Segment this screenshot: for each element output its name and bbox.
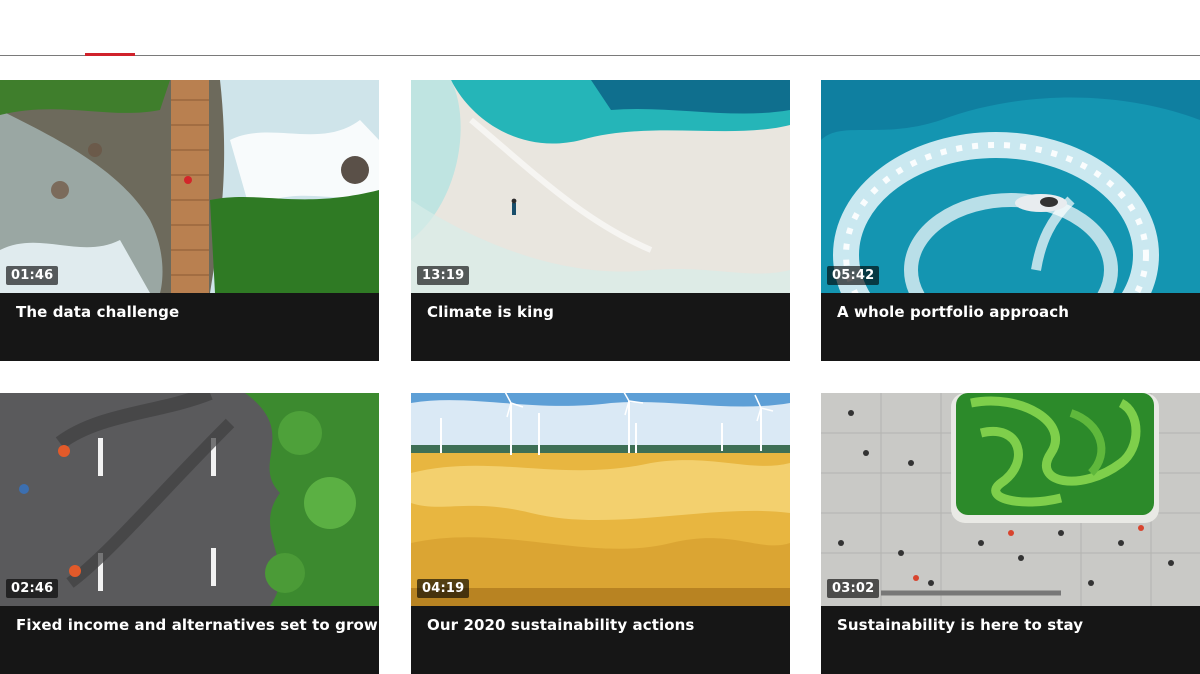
tab-bar (0, 0, 1200, 56)
duration-badge: 01:46 (6, 266, 59, 285)
video-caption[interactable]: Fixed income and alternatives set to gro… (0, 606, 379, 674)
video-thumbnail[interactable]: 01:46 (0, 80, 379, 293)
duration-badge: 02:46 (6, 579, 59, 598)
video-title[interactable]: Our 2020 sustainability actions (427, 616, 694, 634)
duration-badge: 13:19 (417, 266, 470, 285)
video-thumbnail[interactable]: 13:19 (411, 80, 790, 293)
video-card[interactable]: 04:19 Our 2020 sustainability actions (411, 393, 790, 674)
duration-badge: 04:19 (417, 579, 470, 598)
video-caption[interactable]: A whole portfolio approach (821, 293, 1200, 361)
tab-divider (0, 55, 1200, 56)
video-title[interactable]: Climate is king (427, 303, 554, 321)
video-caption[interactable]: Sustainability is here to stay (821, 606, 1200, 674)
video-card[interactable]: 13:19 Climate is king (411, 80, 790, 361)
video-caption[interactable]: The data challenge (0, 293, 379, 361)
video-title[interactable]: A whole portfolio approach (837, 303, 1069, 321)
video-card[interactable]: 02:46 Fixed income and alternatives set … (0, 393, 379, 674)
video-card[interactable]: 03:02 Sustainability is here to stay (821, 393, 1200, 674)
video-title[interactable]: Sustainability is here to stay (837, 616, 1083, 634)
video-title[interactable]: Fixed income and alternatives set to gro… (16, 616, 378, 634)
video-thumbnail[interactable]: 05:42 (821, 80, 1200, 293)
video-title[interactable]: The data challenge (16, 303, 179, 321)
video-caption[interactable]: Climate is king (411, 293, 790, 361)
video-card[interactable]: 01:46 The data challenge (0, 80, 379, 361)
video-thumbnail[interactable]: 03:02 (821, 393, 1200, 606)
active-tab-indicator (85, 53, 135, 56)
video-thumbnail[interactable]: 02:46 (0, 393, 379, 606)
video-card[interactable]: 05:42 A whole portfolio approach (821, 80, 1200, 361)
video-thumbnail[interactable]: 04:19 (411, 393, 790, 606)
duration-badge: 05:42 (827, 266, 880, 285)
duration-badge: 03:02 (827, 579, 880, 598)
video-caption[interactable]: Our 2020 sustainability actions (411, 606, 790, 674)
